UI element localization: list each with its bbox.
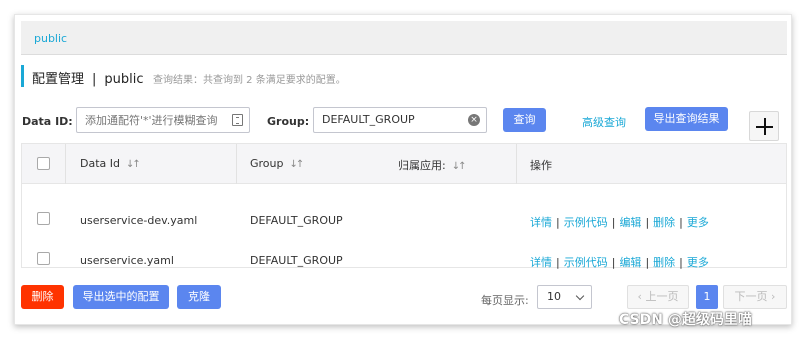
column-header-data-id[interactable]: Data Id ↓↑ (80, 157, 141, 170)
search-button[interactable]: 查询 (503, 108, 546, 132)
select-all-checkbox[interactable] (37, 157, 50, 170)
column-divider (236, 144, 237, 184)
advanced-query-link[interactable]: 高级查询 (582, 114, 626, 130)
row-data-id: userservice-dev.yaml (80, 214, 198, 227)
row-group: DEFAULT_GROUP (250, 214, 343, 227)
page-size-select[interactable]: 10 (537, 285, 592, 309)
page-title-main: 配置管理 (32, 72, 85, 87)
column-divider (65, 144, 66, 184)
csdn-watermark: CSDN @超级码里喵 (619, 312, 752, 328)
config-table: Data Id ↓↑ Group ↓↑ 归属应用: ↓↑ 操作 userservice… (21, 143, 787, 269)
table-header: Data Id ↓↑ Group ↓↑ 归属应用: ↓↑ 操作 (22, 144, 786, 184)
data-id-label: Data ID: (22, 115, 73, 128)
sort-icon[interactable]: ↓↑ (290, 159, 305, 170)
clear-icon[interactable]: × (468, 114, 480, 126)
group-input-value: DEFAULT_GROUP (322, 113, 415, 126)
row-checkbox[interactable] (37, 212, 50, 225)
add-config-button[interactable] (749, 111, 779, 141)
table-row: userservice.yaml DEFAULT_GROUP 详情 | 示例代码 | 编… (22, 240, 786, 280)
detail-link[interactable]: 详情 (530, 216, 552, 229)
edit-link[interactable]: 编辑 (619, 216, 641, 229)
prev-page-button[interactable]: ‹ 上一页 (627, 285, 689, 309)
query-result-hint: 查询结果：共查询到 2 条满足要求的配置。 (153, 75, 346, 86)
export-query-results-button[interactable]: 导出查询结果 (645, 107, 728, 131)
title-separator: | (92, 72, 97, 87)
sample-code-link[interactable]: 示例代码 (564, 256, 608, 269)
row-checkbox[interactable] (37, 252, 50, 265)
page-title-namespace: public (104, 72, 144, 87)
detail-link[interactable]: 详情 (530, 256, 552, 269)
delete-button[interactable]: 删除 (21, 285, 64, 309)
namespace-bar: public (21, 21, 787, 55)
row-group: DEFAULT_GROUP (250, 254, 343, 267)
paste-icon[interactable] (232, 114, 243, 126)
namespace-tab-public[interactable]: public (34, 32, 67, 45)
column-header-actions: 操作 (530, 159, 552, 172)
column-header-group[interactable]: Group ↓↑ (250, 157, 305, 170)
more-link[interactable]: 更多 (687, 216, 709, 229)
table-row: userservice-dev.yaml DEFAULT_GROUP 详情 | 示例… (22, 200, 786, 240)
sort-icon[interactable]: ↓↑ (452, 161, 467, 172)
column-divider (516, 144, 517, 184)
group-label: Group: (267, 115, 310, 128)
next-page-button[interactable]: 下一页 › (723, 285, 787, 309)
edit-link[interactable]: 编辑 (619, 256, 641, 269)
row-data-id: userservice.yaml (80, 254, 174, 267)
filter-bar: Data ID: Group: DEFAULT_GROUP × 查询 高级查询 … (15, 107, 793, 137)
chevron-down-icon (575, 291, 585, 301)
page-size-value: 10 (547, 290, 561, 303)
row-actions: 详情 | 示例代码 | 编辑 | 删除 | 更多 (530, 216, 709, 229)
group-input[interactable]: DEFAULT_GROUP × (313, 107, 487, 133)
chevron-right-icon: › (767, 290, 776, 303)
sort-icon[interactable]: ↓↑ (126, 159, 141, 170)
page-title: 配置管理 | public (32, 68, 144, 87)
sample-code-link[interactable]: 示例代码 (564, 216, 608, 229)
export-selected-button[interactable]: 导出选中的配置 (73, 285, 169, 309)
page-1-button[interactable]: 1 (696, 285, 718, 309)
data-id-field[interactable] (76, 107, 250, 133)
delete-link[interactable]: 删除 (653, 256, 675, 269)
page-size-label: 每页显示: (481, 294, 529, 307)
config-management-panel: public 配置管理 | public 查询结果：共查询到 2 条满足要求的配置。… (14, 14, 792, 325)
clone-button[interactable]: 克隆 (177, 285, 221, 309)
row-actions: 详情 | 示例代码 | 编辑 | 删除 | 更多 (530, 256, 709, 269)
delete-link[interactable]: 删除 (653, 216, 675, 229)
column-header-app[interactable]: 归属应用: ↓↑ (398, 157, 467, 173)
title-accent-bar (21, 65, 24, 87)
data-id-input[interactable] (85, 108, 235, 132)
footer-bar: 删除 导出选中的配置 克隆 每页显示: 10 ‹ 上一页 1 下一页 › (15, 285, 793, 311)
page-header: 配置管理 | public 查询结果：共查询到 2 条满足要求的配置。 (21, 63, 787, 91)
more-link[interactable]: 更多 (687, 256, 709, 269)
